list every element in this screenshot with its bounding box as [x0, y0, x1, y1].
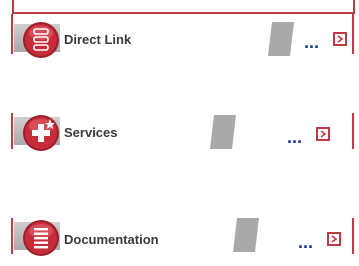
left-divider — [11, 14, 13, 54]
wedge-shape — [210, 115, 236, 149]
more-link[interactable]: ... — [304, 32, 319, 53]
document-lines-icon — [19, 216, 63, 260]
right-divider — [352, 113, 354, 149]
list-item-documentation[interactable]: Documentation ... — [0, 218, 359, 262]
list-item-services[interactable]: Services ... — [0, 113, 359, 157]
right-divider — [352, 14, 354, 54]
arrow-right-icon[interactable] — [333, 32, 347, 46]
wedge-shape — [268, 22, 294, 56]
list-item-direct-link[interactable]: Direct Link ... — [0, 14, 359, 64]
plus-star-icon — [19, 111, 63, 155]
more-link[interactable]: ... — [298, 232, 313, 253]
item-label[interactable]: Direct Link — [64, 32, 131, 47]
item-label[interactable]: Documentation — [64, 232, 159, 247]
item-label[interactable]: Services — [64, 125, 118, 140]
wedge-shape — [233, 218, 259, 252]
link-panel: Direct Link ... Services ... Documentati… — [0, 0, 359, 266]
left-divider — [11, 218, 13, 254]
arrow-right-icon[interactable] — [316, 127, 330, 141]
arrow-right-icon[interactable] — [327, 232, 341, 246]
list-circle-icon — [19, 18, 63, 62]
more-link[interactable]: ... — [287, 127, 302, 148]
left-divider — [11, 113, 13, 149]
right-divider — [352, 218, 354, 254]
top-bracket — [12, 0, 355, 14]
